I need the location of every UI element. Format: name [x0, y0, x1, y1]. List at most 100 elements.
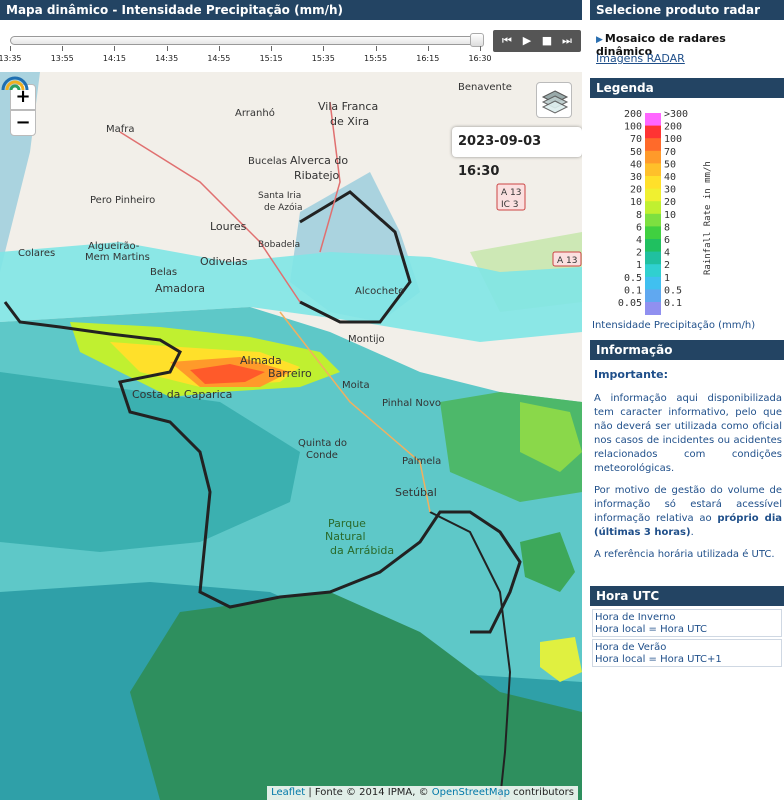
- legend-color-swatch: [645, 276, 661, 290]
- info-header: Informação: [590, 340, 784, 360]
- legend-right-label: 70: [664, 147, 676, 158]
- layers-icon: [541, 90, 569, 114]
- step-forward-button[interactable]: ⏭: [558, 30, 576, 52]
- label-parque-natural: Parque: [328, 517, 366, 530]
- label-costa-caparica: Costa da Caparica: [132, 388, 232, 401]
- time-slider-handle[interactable]: [470, 33, 484, 47]
- legend-color-swatch: [645, 176, 661, 190]
- timeline-tick: [114, 46, 116, 51]
- label-palmela: Palmela: [402, 456, 441, 467]
- label-ribatejo: Ribatejo: [294, 169, 340, 182]
- road-shield-ic3-text: IC 3: [501, 200, 519, 210]
- legend-left-label: 20: [630, 185, 642, 196]
- timeline-tick-label[interactable]: 15:55: [361, 54, 391, 63]
- legend-left-label: 30: [630, 172, 642, 183]
- legend-color-swatch: [645, 289, 661, 303]
- legend-color-swatch: [645, 188, 661, 202]
- legend-left-label: 0.5: [624, 273, 642, 284]
- road-shield-a13-text: A 13: [501, 188, 521, 198]
- radar-map[interactable]: Vila Franca de Xira Alverca do Ribatejo …: [0, 72, 582, 800]
- label-algueirao: Algueirão-: [88, 241, 140, 252]
- utc-winter-title: Hora de Inverno: [595, 612, 676, 623]
- info-paragraph-2: Por motivo de gestão do volume de inform…: [594, 485, 783, 538]
- label-odivelas: Odivelas: [200, 255, 248, 268]
- legend-left-label: 4: [636, 235, 642, 246]
- legend-right-label: 8: [664, 222, 670, 233]
- timeline-tick: [323, 46, 325, 51]
- label-mem-martins: Mem Martins: [85, 252, 150, 263]
- time-slider-track[interactable]: [10, 36, 484, 45]
- legend-caption: Intensidade Precipitação (mm/h): [592, 320, 756, 331]
- legend-color-swatch: [645, 138, 661, 152]
- legend-color-swatch: [645, 213, 661, 227]
- timeline-tick-label[interactable]: 16:15: [413, 54, 443, 63]
- legend-right-label: 0.1: [664, 298, 682, 309]
- legend-right-label: 40: [664, 172, 676, 183]
- map-timestamp: 2023-09-03 16:30: [452, 127, 582, 179]
- label-benavente: Benavente: [458, 82, 512, 93]
- legend-axis-label: Rainfall Rate in mm/h: [703, 161, 713, 275]
- label-setubal: Setúbal: [395, 486, 437, 499]
- step-back-button[interactable]: ⏮: [498, 30, 516, 52]
- utc-winter-rule: Hora local = Hora UTC: [595, 624, 707, 635]
- timeline-tick-label[interactable]: 13:55: [47, 54, 77, 63]
- legend-right-label: 200: [664, 122, 682, 133]
- layers-button[interactable]: [536, 82, 572, 118]
- legend-left-label: 8: [636, 210, 642, 221]
- attribution-source: | Fonte © 2014 IPMA, ©: [305, 787, 432, 798]
- timeline-tick: [10, 46, 11, 51]
- legend-left-label: 100: [624, 122, 642, 133]
- legend-left-label: 0.1: [624, 285, 642, 296]
- legend-color-swatch: [645, 251, 661, 265]
- legend-left-label: 200: [624, 109, 642, 120]
- info-panel: Importante: A informação aqui disponibil…: [594, 368, 782, 570]
- timeline-tick-label[interactable]: 15:35: [308, 54, 338, 63]
- legend-right-label: 1: [664, 273, 670, 284]
- label-conde: Conde: [306, 450, 338, 461]
- timeline: 13:35 13:55 14:15 14:35 14:55 15:15 15:35 15:55…: [0, 22, 582, 72]
- legend-right-label: 10: [664, 210, 676, 221]
- utc-winter-box: Hora de Inverno Hora local = Hora UTC: [592, 609, 782, 637]
- legend-right-label: 2: [664, 260, 670, 271]
- legend-left-label: 2: [636, 248, 642, 259]
- play-button[interactable]: ▶: [518, 30, 536, 52]
- product-header: Selecione produto radar: [590, 0, 784, 20]
- label-arranho: Arranhó: [235, 107, 275, 119]
- label-bobadela: Bobadela: [258, 240, 300, 250]
- stop-button[interactable]: ■: [538, 30, 556, 52]
- legend-left-label: 0.05: [618, 298, 642, 309]
- osm-link[interactable]: OpenStreetMap: [432, 787, 510, 798]
- timeline-tick-label[interactable]: 16:30: [465, 54, 495, 63]
- timeline-tick: [427, 46, 429, 51]
- timeline-tick-label[interactable]: 13:35: [0, 54, 25, 63]
- label-vila-franca: Vila Franca: [318, 100, 378, 113]
- timeline-tick-label[interactable]: 15:15: [256, 54, 286, 63]
- leaflet-link[interactable]: Leaflet: [271, 787, 305, 798]
- playback-controls: ⏮ ▶ ■ ⏭: [493, 30, 581, 52]
- legend-right-label: 6: [664, 235, 670, 246]
- utc-summer-title: Hora de Verão: [595, 642, 667, 653]
- legend-right-label: >300: [664, 109, 688, 120]
- zoom-out-button[interactable]: −: [10, 110, 36, 136]
- label-montijo: Montijo: [348, 334, 385, 345]
- legend-left-label: 10: [630, 197, 642, 208]
- label-amadora: Amadora: [155, 282, 205, 295]
- label-bucelas: Bucelas: [248, 156, 287, 167]
- label-alcochete: Alcochete: [355, 286, 404, 297]
- utc-summer-rule: Hora local = Hora UTC+1: [595, 654, 722, 665]
- ipma-logo-icon: [1, 76, 29, 91]
- label-barreiro: Barreiro: [268, 367, 312, 380]
- timeline-tick-label[interactable]: 14:35: [152, 54, 182, 63]
- timeline-tick-label[interactable]: 14:15: [99, 54, 129, 63]
- map-panel-title: Mapa dinâmico - Intensidade Precipitação…: [0, 0, 582, 20]
- timeline-tick: [62, 46, 64, 51]
- label-loures: Loures: [210, 220, 247, 233]
- legend-color-swatch: [645, 239, 661, 253]
- legend-color-swatch: [645, 150, 661, 164]
- timeline-tick-label[interactable]: 14:55: [204, 54, 234, 63]
- radar-images-link[interactable]: Imagens RADAR: [596, 52, 685, 65]
- label-mafra: Mafra: [106, 124, 135, 135]
- precipitation-legend: 200 100 70 50 40 30 20 10 8 6 4 2 1 0.5 0.1 0.05 >300 200…: [600, 105, 780, 316]
- label-colares: Colares: [18, 248, 55, 259]
- legend-color-swatch: [645, 163, 661, 177]
